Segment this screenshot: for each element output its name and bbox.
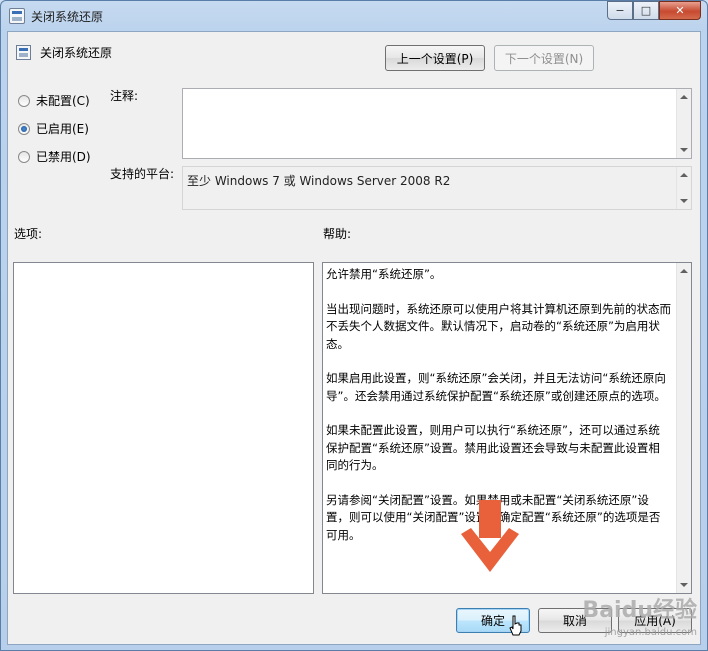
scroll-up-icon[interactable] <box>680 269 688 273</box>
platform-value: 至少 Windows 7 或 Windows Server 2008 R2 <box>187 174 451 188</box>
dialog-body: 关闭系统还原 上一个设置(P) 下一个设置(N) 未配置(C) 已启用(E) 已… <box>7 31 701 645</box>
radio-label: 未配置(C) <box>36 94 90 108</box>
platform-label: 支持的平台: <box>110 167 175 181</box>
radio-circle[interactable] <box>18 122 30 135</box>
radio-label: 已禁用(D) <box>36 150 91 164</box>
scroll-up-icon[interactable] <box>680 173 688 177</box>
radio-disabled[interactable]: 已禁用(D) <box>18 148 91 165</box>
close-button[interactable]: ✕ <box>659 1 701 20</box>
caption-buttons: − □ ✕ <box>607 1 701 21</box>
scroll-down-icon[interactable] <box>680 583 688 587</box>
dialog-window: 关闭系统还原 − □ ✕ 关闭系统还原 上一个设置(P) 下一个设置(N) 未配… <box>0 0 708 651</box>
radio-circle[interactable] <box>18 150 30 163</box>
minimize-button[interactable]: − <box>607 1 633 20</box>
maximize-icon: □ <box>640 4 652 17</box>
scroll-up-icon[interactable] <box>680 95 688 99</box>
scroll-down-icon[interactable] <box>680 148 688 152</box>
help-scrollbar[interactable] <box>676 263 691 593</box>
options-label: 选项: <box>14 227 43 241</box>
watermark-text: Baidu经验 <box>582 598 697 623</box>
setting-title: 关闭系统还原 <box>40 46 113 60</box>
radio-enabled[interactable]: 已启用(E) <box>18 120 89 137</box>
policy-icon <box>16 45 31 60</box>
policy-icon <box>9 8 25 24</box>
previous-setting-button[interactable]: 上一个设置(P) <box>385 45 485 71</box>
help-paragraph: 当出现问题时，系统还原可以使用户将其计算机还原到先前的状态而不丢失个人数据文件。… <box>326 301 671 351</box>
radio-label: 已启用(E) <box>36 122 89 136</box>
watermark-subtext: jingyan.baidu.com <box>604 627 697 638</box>
minimize-icon: − <box>615 4 625 17</box>
options-panel <box>13 262 314 594</box>
comment-textarea[interactable] <box>182 88 692 159</box>
next-setting-button[interactable]: 下一个设置(N) <box>494 45 594 71</box>
help-paragraph: 如果启用此设置，则“系统还原”会关闭，并且无法访问“系统还原向导”。还会禁用通过… <box>326 371 666 403</box>
title-bar[interactable]: 关闭系统还原 − □ ✕ <box>1 1 707 31</box>
platform-scrollbar[interactable] <box>676 167 691 209</box>
window-title: 关闭系统还原 <box>31 10 104 24</box>
radio-not-configured[interactable]: 未配置(C) <box>18 92 90 109</box>
baidu-watermark: Baidu经验 jingyan.baidu.com <box>582 600 697 644</box>
platform-field[interactable]: 至少 Windows 7 或 Windows Server 2008 R2 <box>182 166 692 210</box>
comment-scrollbar[interactable] <box>676 89 691 158</box>
radio-circle[interactable] <box>18 94 30 107</box>
scroll-down-icon[interactable] <box>680 199 688 203</box>
maximize-button[interactable]: □ <box>633 1 659 20</box>
down-arrow-annotation-icon <box>461 500 519 572</box>
help-paragraph: 如果未配置此设置，则用户可以执行“系统还原”，还可以通过系统保护配置“系统还原”… <box>326 423 660 472</box>
close-icon: ✕ <box>675 4 685 17</box>
help-label: 帮助: <box>323 227 352 241</box>
comment-label: 注释: <box>110 89 139 103</box>
help-paragraph: 允许禁用“系统还原”。 <box>326 267 442 281</box>
hand-cursor-icon <box>509 615 522 636</box>
